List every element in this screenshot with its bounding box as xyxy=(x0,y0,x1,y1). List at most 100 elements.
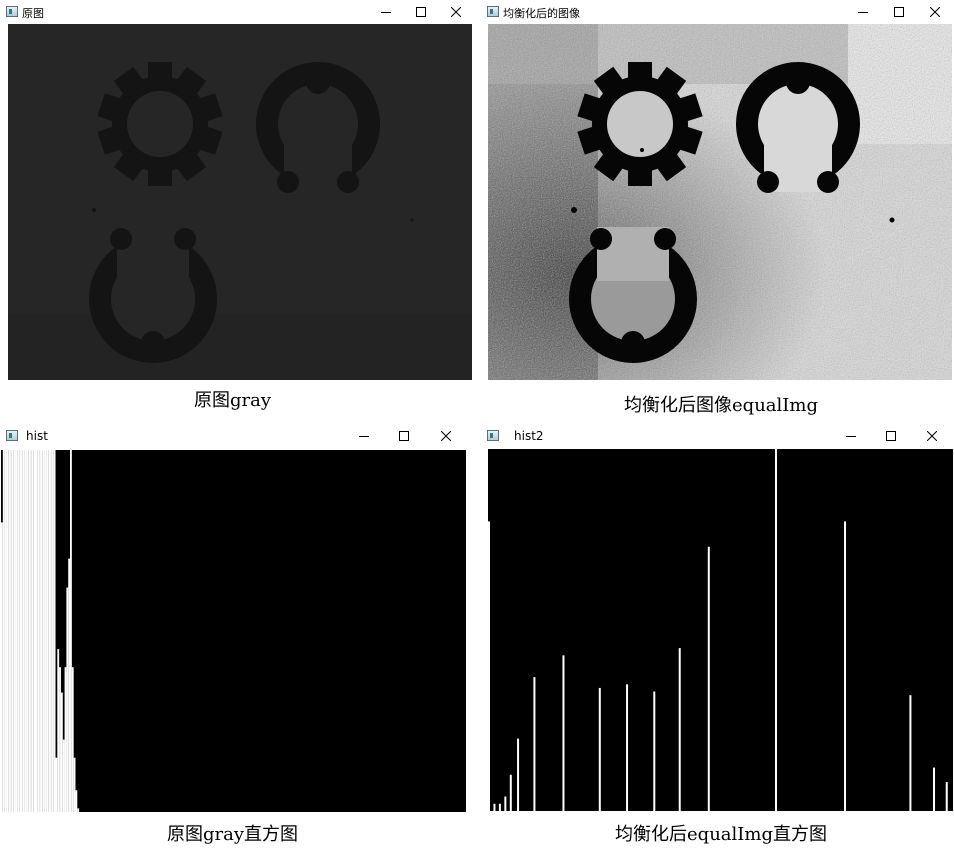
histogram-bar xyxy=(509,774,512,811)
histogram-bar xyxy=(46,450,49,812)
histogram-bar xyxy=(933,767,936,811)
minimize-icon xyxy=(858,12,868,13)
histogram-bar xyxy=(40,450,43,812)
histogram-bar xyxy=(844,521,847,811)
histogram-bar xyxy=(774,449,777,811)
caption-hist: 原图gray直方图 xyxy=(166,824,299,845)
histogram-bar xyxy=(945,782,948,811)
minimize-button[interactable] xyxy=(845,0,881,24)
histogram-bar xyxy=(20,450,23,812)
minimize-icon xyxy=(846,436,856,437)
histogram-bar xyxy=(707,546,710,811)
histogram-bar xyxy=(15,450,18,812)
histogram-bar xyxy=(26,450,29,812)
histogram-bar xyxy=(504,796,507,811)
histogram-bar xyxy=(6,450,9,812)
window-title: hist2 xyxy=(514,429,544,443)
histogram-bar xyxy=(37,450,40,812)
histogram-bar xyxy=(488,521,490,811)
histogram-bar xyxy=(678,648,681,811)
maximize-button[interactable] xyxy=(403,0,439,24)
histogram-bar xyxy=(653,691,656,811)
app-icon xyxy=(6,430,18,441)
histogram-bar xyxy=(42,450,45,812)
equalized-titlebar[interactable]: 均衡化后的图像 xyxy=(481,0,954,24)
histogram-bar xyxy=(31,450,34,812)
histogram-bar xyxy=(909,695,912,811)
histogram-bar xyxy=(8,450,11,812)
equalized-window: 均衡化后的图像 xyxy=(481,0,954,382)
histogram-bar xyxy=(533,677,536,811)
histogram-bar xyxy=(59,667,61,812)
close-icon xyxy=(927,431,937,441)
histogram-bar xyxy=(2,450,5,812)
close-button[interactable] xyxy=(428,424,464,448)
histogram-bar xyxy=(22,450,25,812)
histogram-bar xyxy=(11,450,14,812)
histogram-bar xyxy=(66,587,69,812)
histogram-bar xyxy=(17,450,20,812)
histogram-bar xyxy=(10,450,12,812)
app-icon xyxy=(487,6,499,17)
hist-titlebar[interactable]: hist xyxy=(0,424,477,448)
maximize-icon xyxy=(399,431,409,441)
histogram-bar xyxy=(60,692,63,812)
histogram-bar xyxy=(68,558,71,812)
histogram-bar xyxy=(33,450,36,812)
caption-hist2: 均衡化后equalImg直方图 xyxy=(615,824,827,845)
histogram-bar xyxy=(498,803,501,811)
histogram-bar xyxy=(4,450,7,812)
histogram-bar xyxy=(598,687,601,811)
original-image xyxy=(8,24,472,380)
maximize-icon xyxy=(894,7,904,17)
histogram-bar xyxy=(562,655,565,811)
histogram-bar xyxy=(493,803,496,811)
histogram-bar xyxy=(44,450,47,812)
maximize-button[interactable] xyxy=(873,424,909,448)
window-title: 原图 xyxy=(22,7,44,20)
hist2-plot xyxy=(488,449,953,811)
window-title: 均衡化后的图像 xyxy=(503,7,580,20)
histogram-bar xyxy=(70,450,72,812)
histogram-bar xyxy=(62,739,65,812)
maximize-icon xyxy=(416,7,426,17)
histogram-bar xyxy=(517,738,520,811)
histogram-bar xyxy=(71,667,74,812)
histogram-bar xyxy=(626,684,629,811)
histogram-bar xyxy=(57,649,60,812)
hist-plot xyxy=(1,450,466,812)
histogram-bar xyxy=(51,450,54,812)
histogram-bar xyxy=(19,450,21,812)
histogram-bar xyxy=(75,790,78,812)
original-titlebar[interactable]: 原图 xyxy=(0,0,477,24)
histogram-bar xyxy=(24,450,27,812)
histogram-bar xyxy=(55,757,58,812)
hist2-titlebar[interactable]: hist2 xyxy=(481,424,954,448)
caption-original: 原图gray xyxy=(193,390,272,411)
minimize-icon xyxy=(359,436,369,437)
minimize-button[interactable] xyxy=(346,424,382,448)
equalized-image xyxy=(488,24,952,380)
close-button[interactable] xyxy=(438,0,474,24)
close-icon xyxy=(930,7,940,17)
close-button[interactable] xyxy=(917,0,953,24)
maximize-button[interactable] xyxy=(881,0,917,24)
close-button[interactable] xyxy=(914,424,950,448)
original-window: 原图 xyxy=(0,0,477,382)
histogram-bar xyxy=(28,450,31,812)
app-icon xyxy=(6,6,18,17)
histogram-bar xyxy=(50,450,52,812)
histogram-bar xyxy=(30,450,32,812)
close-icon xyxy=(441,431,451,441)
maximize-icon xyxy=(886,431,896,441)
histogram-bar xyxy=(13,450,16,812)
histogram-bar xyxy=(48,450,51,812)
maximize-button[interactable] xyxy=(386,424,422,448)
hist-window: hist xyxy=(0,424,477,814)
close-icon xyxy=(451,7,461,17)
app-icon xyxy=(487,430,499,441)
histogram-bar xyxy=(53,450,56,812)
minimize-button[interactable] xyxy=(368,0,404,24)
minimize-button[interactable] xyxy=(833,424,869,448)
minimize-icon xyxy=(381,12,391,13)
